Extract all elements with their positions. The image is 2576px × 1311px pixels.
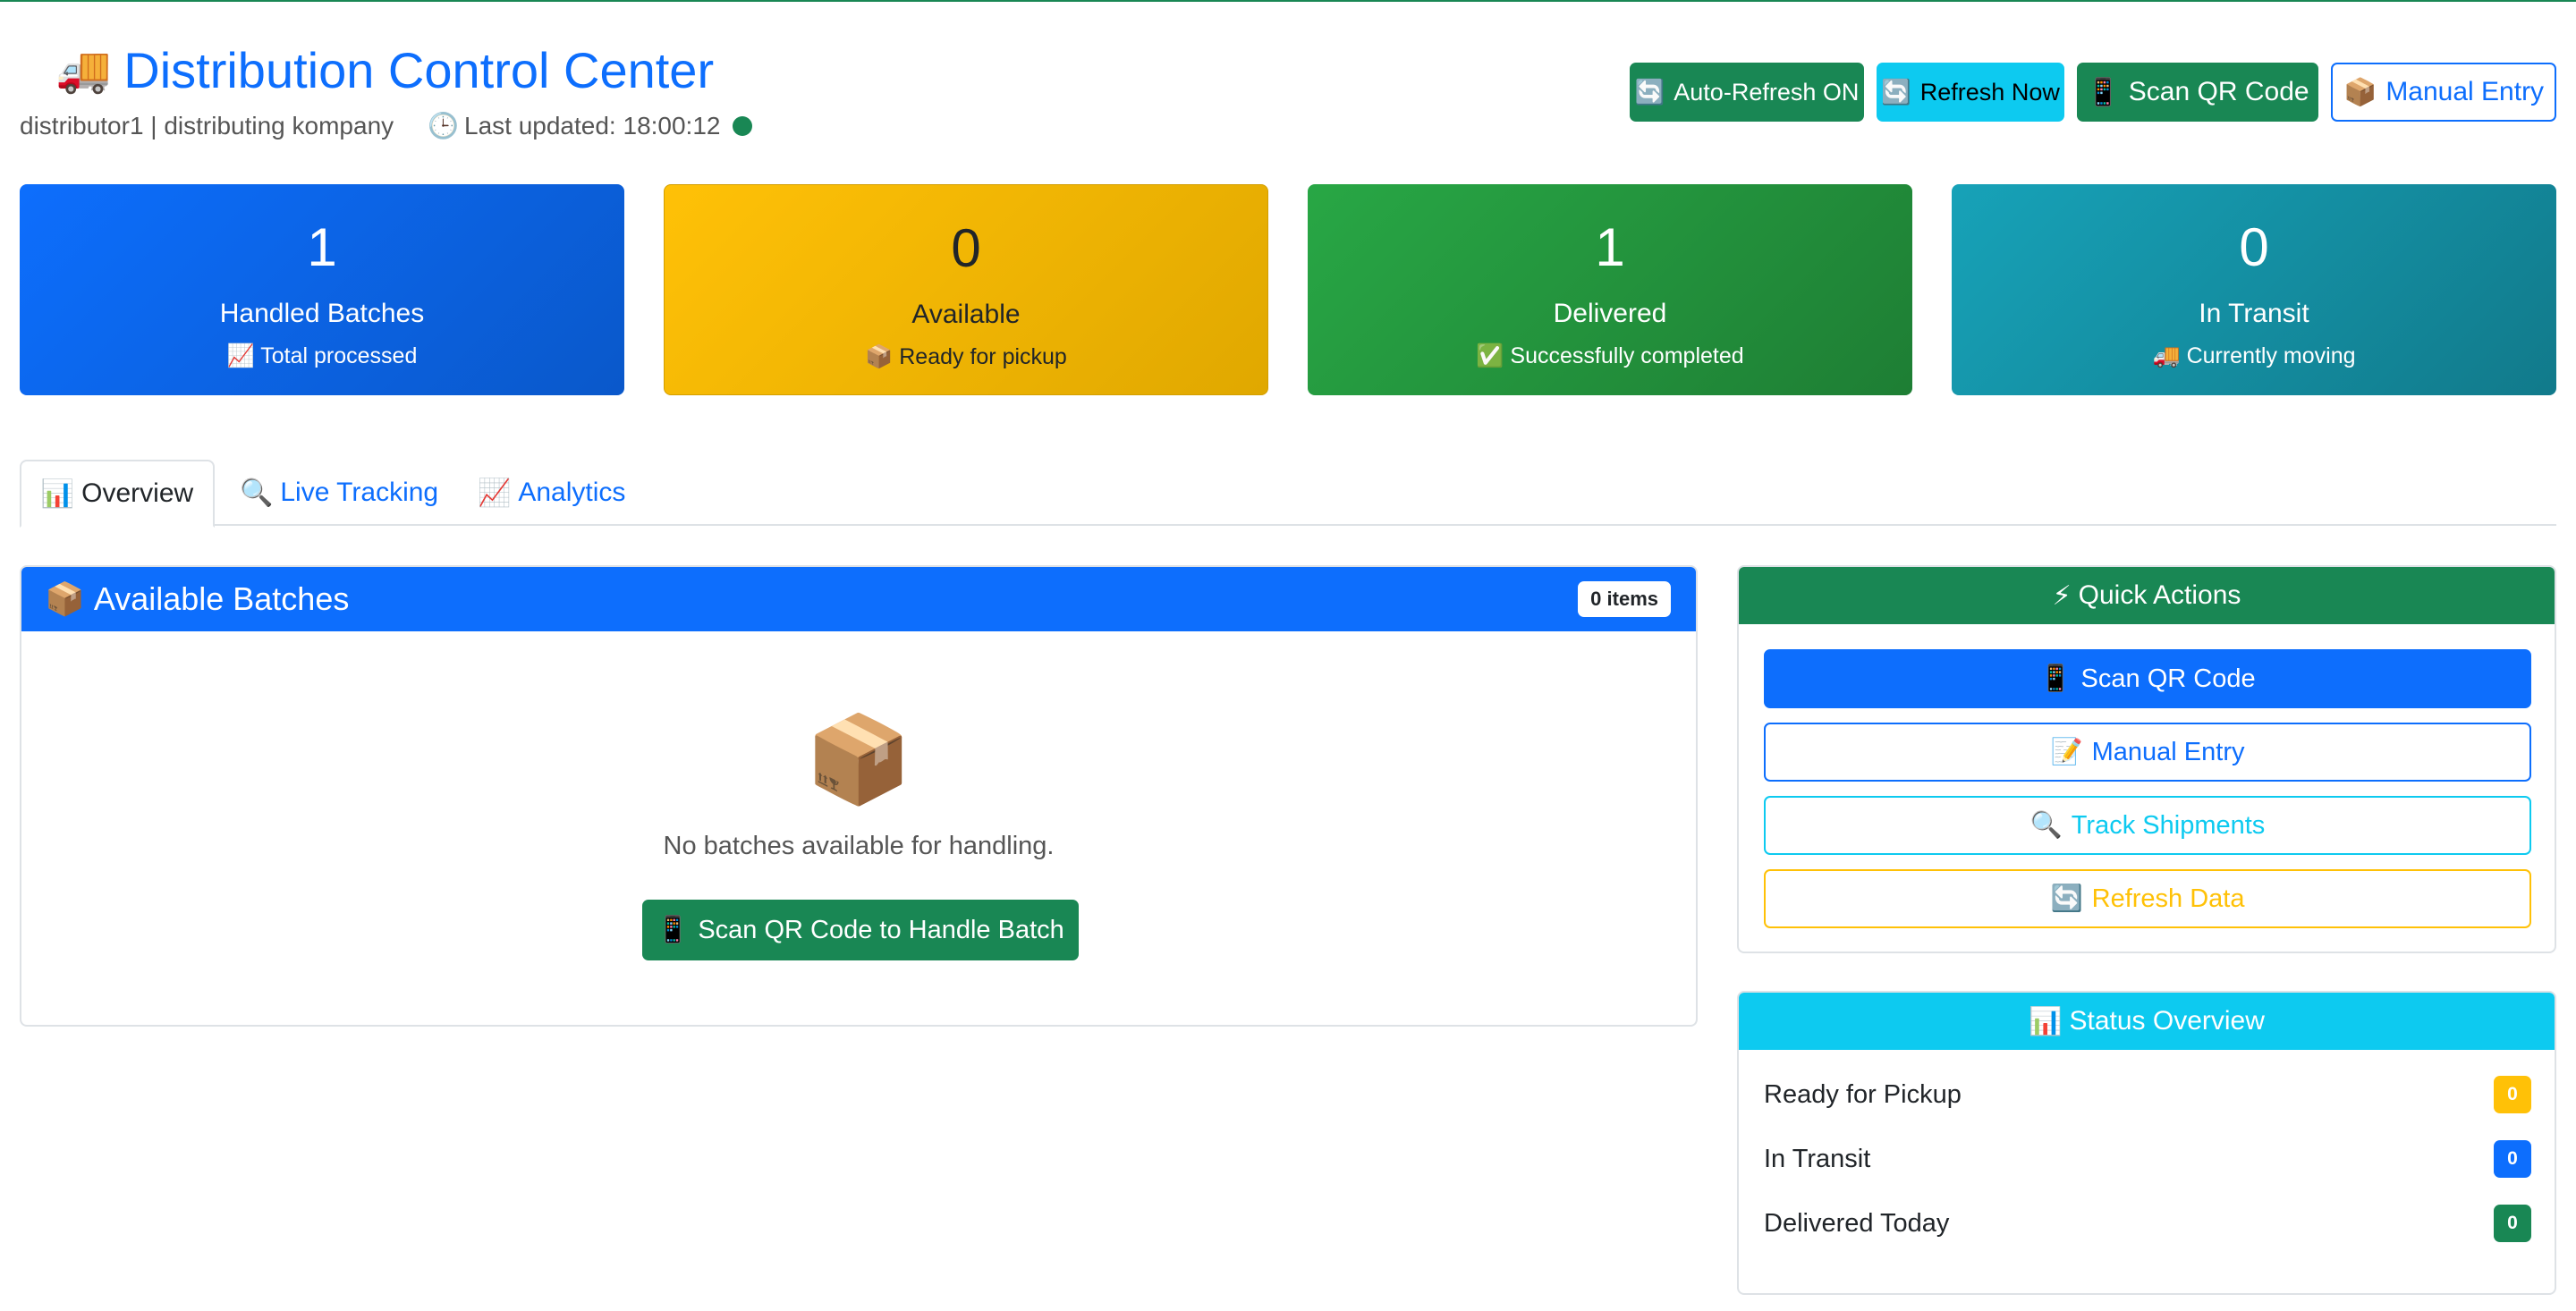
bar-chart-icon: 📊	[2029, 1006, 2063, 1036]
qa-label: Scan QR Code	[2080, 664, 2256, 693]
empty-package-icon: 📦	[805, 712, 912, 808]
refresh-now-button[interactable]: 🔄 Refresh Now	[1877, 63, 2064, 122]
qa-label: Manual Entry	[2091, 737, 2245, 766]
quick-actions-header: ⚡ Quick Actions	[1739, 567, 2555, 624]
stat-card-in-transit: 0 In Transit 🚚 Currently moving	[1952, 184, 2556, 395]
scan-qr-button[interactable]: 📱 Scan QR Code	[2077, 63, 2318, 122]
refresh-icon: 🔄	[1634, 79, 1665, 106]
stat-sub: ✅ Successfully completed	[1308, 343, 1912, 369]
tab-bar: 📊 Overview 🔍 Live Tracking 📈 Analytics	[20, 460, 2556, 528]
stat-label: Handled Batches	[219, 299, 425, 328]
package-icon: 📦	[45, 580, 85, 617]
qa-track-shipments-button[interactable]: 🔍 Track Shipments	[1764, 796, 2531, 855]
manual-entry-button[interactable]: 📦 Manual Entry	[2331, 63, 2556, 122]
refresh-icon: 🔄	[2050, 884, 2083, 913]
status-label: Ready for Pickup	[1764, 1079, 1962, 1109]
stat-card-handled: 1 Handled Batches 📈 Total processed	[20, 184, 624, 395]
tab-live-tracking[interactable]: 🔍 Live Tracking	[240, 460, 438, 526]
stat-value: 0	[2239, 217, 2269, 277]
chart-up-icon: 📈	[226, 343, 255, 368]
stat-value: 0	[951, 218, 981, 278]
available-batches-header: 📦 Available Batches 0 items	[21, 567, 1696, 631]
status-row-in-transit: In Transit 0	[1764, 1139, 2531, 1179]
panel-title: Status Overview	[2069, 1006, 2265, 1036]
quick-actions-panel: ⚡ Quick Actions 📱 Scan QR Code 📝 Manual …	[1737, 565, 2556, 953]
stat-label: Available	[911, 300, 1021, 329]
auto-refresh-button[interactable]: 🔄 Auto-Refresh ON	[1630, 63, 1864, 122]
page-title: 🚚 Distribution Control Center	[55, 41, 714, 99]
phone-icon: 📱	[2086, 77, 2120, 107]
panel-title: Available Batches	[93, 580, 350, 617]
status-overview-header: 📊 Status Overview	[1739, 993, 2555, 1050]
page-header: 🚚 Distribution Control Center distributo…	[20, 36, 2556, 152]
user-info: distributor1 | distributing kompany	[20, 111, 394, 140]
tab-label: Overview	[81, 478, 194, 508]
stat-label: Delivered	[1553, 299, 1667, 328]
refresh-icon: 🔄	[1881, 79, 1911, 106]
qa-scan-qr-button[interactable]: 📱 Scan QR Code	[1764, 649, 2531, 708]
stat-label: In Transit	[2199, 299, 2309, 328]
truck-icon: 🚚	[2152, 343, 2181, 368]
refresh-now-label: Refresh Now	[1919, 78, 2060, 106]
truck-icon: 🚚	[55, 45, 112, 95]
tab-label: Analytics	[518, 478, 626, 507]
tab-overview[interactable]: 📊 Overview	[20, 460, 215, 528]
empty-state-text: No batches available for handling.	[663, 832, 1055, 860]
stat-card-delivered: 1 Delivered ✅ Successfully completed	[1308, 184, 1912, 395]
status-overview-panel: 📊 Status Overview Ready for Pickup 0 In …	[1737, 991, 2556, 1295]
header-subline: distributor1 | distributing kompany 🕒 La…	[20, 111, 753, 140]
stat-sub: 📈 Total processed	[20, 343, 624, 369]
scan-to-handle-button[interactable]: 📱 Scan QR Code to Handle Batch	[642, 900, 1079, 960]
status-row-delivered-today: Delivered Today 0	[1764, 1204, 2531, 1243]
qa-manual-entry-button[interactable]: 📝 Manual Entry	[1764, 723, 2531, 782]
stat-value: 1	[1595, 217, 1625, 277]
stat-sub-text: Successfully completed	[1510, 343, 1744, 368]
top-accent-rule	[0, 0, 2576, 2]
search-icon: 🔍	[240, 478, 274, 508]
last-updated: Last updated: 18:00:12	[464, 111, 721, 140]
package-icon: 📦	[2343, 77, 2377, 107]
package-icon: 📦	[865, 344, 894, 369]
qa-refresh-data-button[interactable]: 🔄 Refresh Data	[1764, 869, 2531, 928]
qa-label: Track Shipments	[2071, 810, 2266, 840]
scan-to-handle-label: Scan QR Code to Handle Batch	[698, 915, 1064, 944]
stat-sub-text: Currently moving	[2186, 343, 2356, 368]
status-label: Delivered Today	[1764, 1208, 1950, 1238]
manual-entry-label: Manual Entry	[2385, 77, 2545, 106]
bar-chart-icon: 📊	[40, 478, 75, 509]
check-icon: ✅	[1476, 343, 1504, 368]
clock-icon: 🕒	[428, 112, 460, 140]
qa-label: Refresh Data	[2091, 884, 2245, 913]
scan-qr-label: Scan QR Code	[2128, 77, 2309, 106]
phone-icon: 📱	[2039, 664, 2072, 693]
phone-icon: 📱	[657, 916, 690, 944]
stat-sub: 📦 Ready for pickup	[665, 344, 1267, 370]
stat-sub: 🚚 Currently moving	[1952, 343, 2556, 369]
available-batches-panel: 📦 Available Batches 0 items 📦 No batches…	[20, 565, 1698, 1027]
lightning-icon: ⚡	[2052, 580, 2072, 611]
auto-refresh-label: Auto-Refresh ON	[1674, 78, 1860, 106]
status-count-badge: 0	[2494, 1076, 2531, 1113]
status-label: In Transit	[1764, 1144, 1871, 1173]
tab-analytics[interactable]: 📈 Analytics	[478, 460, 625, 526]
stat-card-available: 0 Available 📦 Ready for pickup	[664, 184, 1268, 395]
search-icon: 🔍	[2029, 811, 2063, 840]
stat-value: 1	[307, 217, 337, 277]
chart-up-icon: 📈	[478, 478, 512, 508]
live-status-dot	[733, 115, 753, 136]
status-row-ready: Ready for Pickup 0	[1764, 1075, 2531, 1114]
page-title-text: Distribution Control Center	[123, 42, 715, 98]
items-count-badge: 0 items	[1578, 581, 1671, 617]
status-count-badge: 0	[2494, 1140, 2531, 1178]
tab-label: Live Tracking	[280, 478, 439, 507]
status-count-badge: 0	[2494, 1205, 2531, 1242]
stat-sub-text: Total processed	[260, 343, 418, 368]
stats-row: 1 Handled Batches 📈 Total processed 0 Av…	[20, 184, 2556, 395]
memo-icon: 📝	[2050, 738, 2083, 766]
stat-sub-text: Ready for pickup	[899, 344, 1067, 369]
header-actions: 🔄 Auto-Refresh ON 🔄 Refresh Now 📱 Scan Q…	[1630, 63, 2556, 122]
panel-title: Quick Actions	[2078, 580, 2241, 610]
